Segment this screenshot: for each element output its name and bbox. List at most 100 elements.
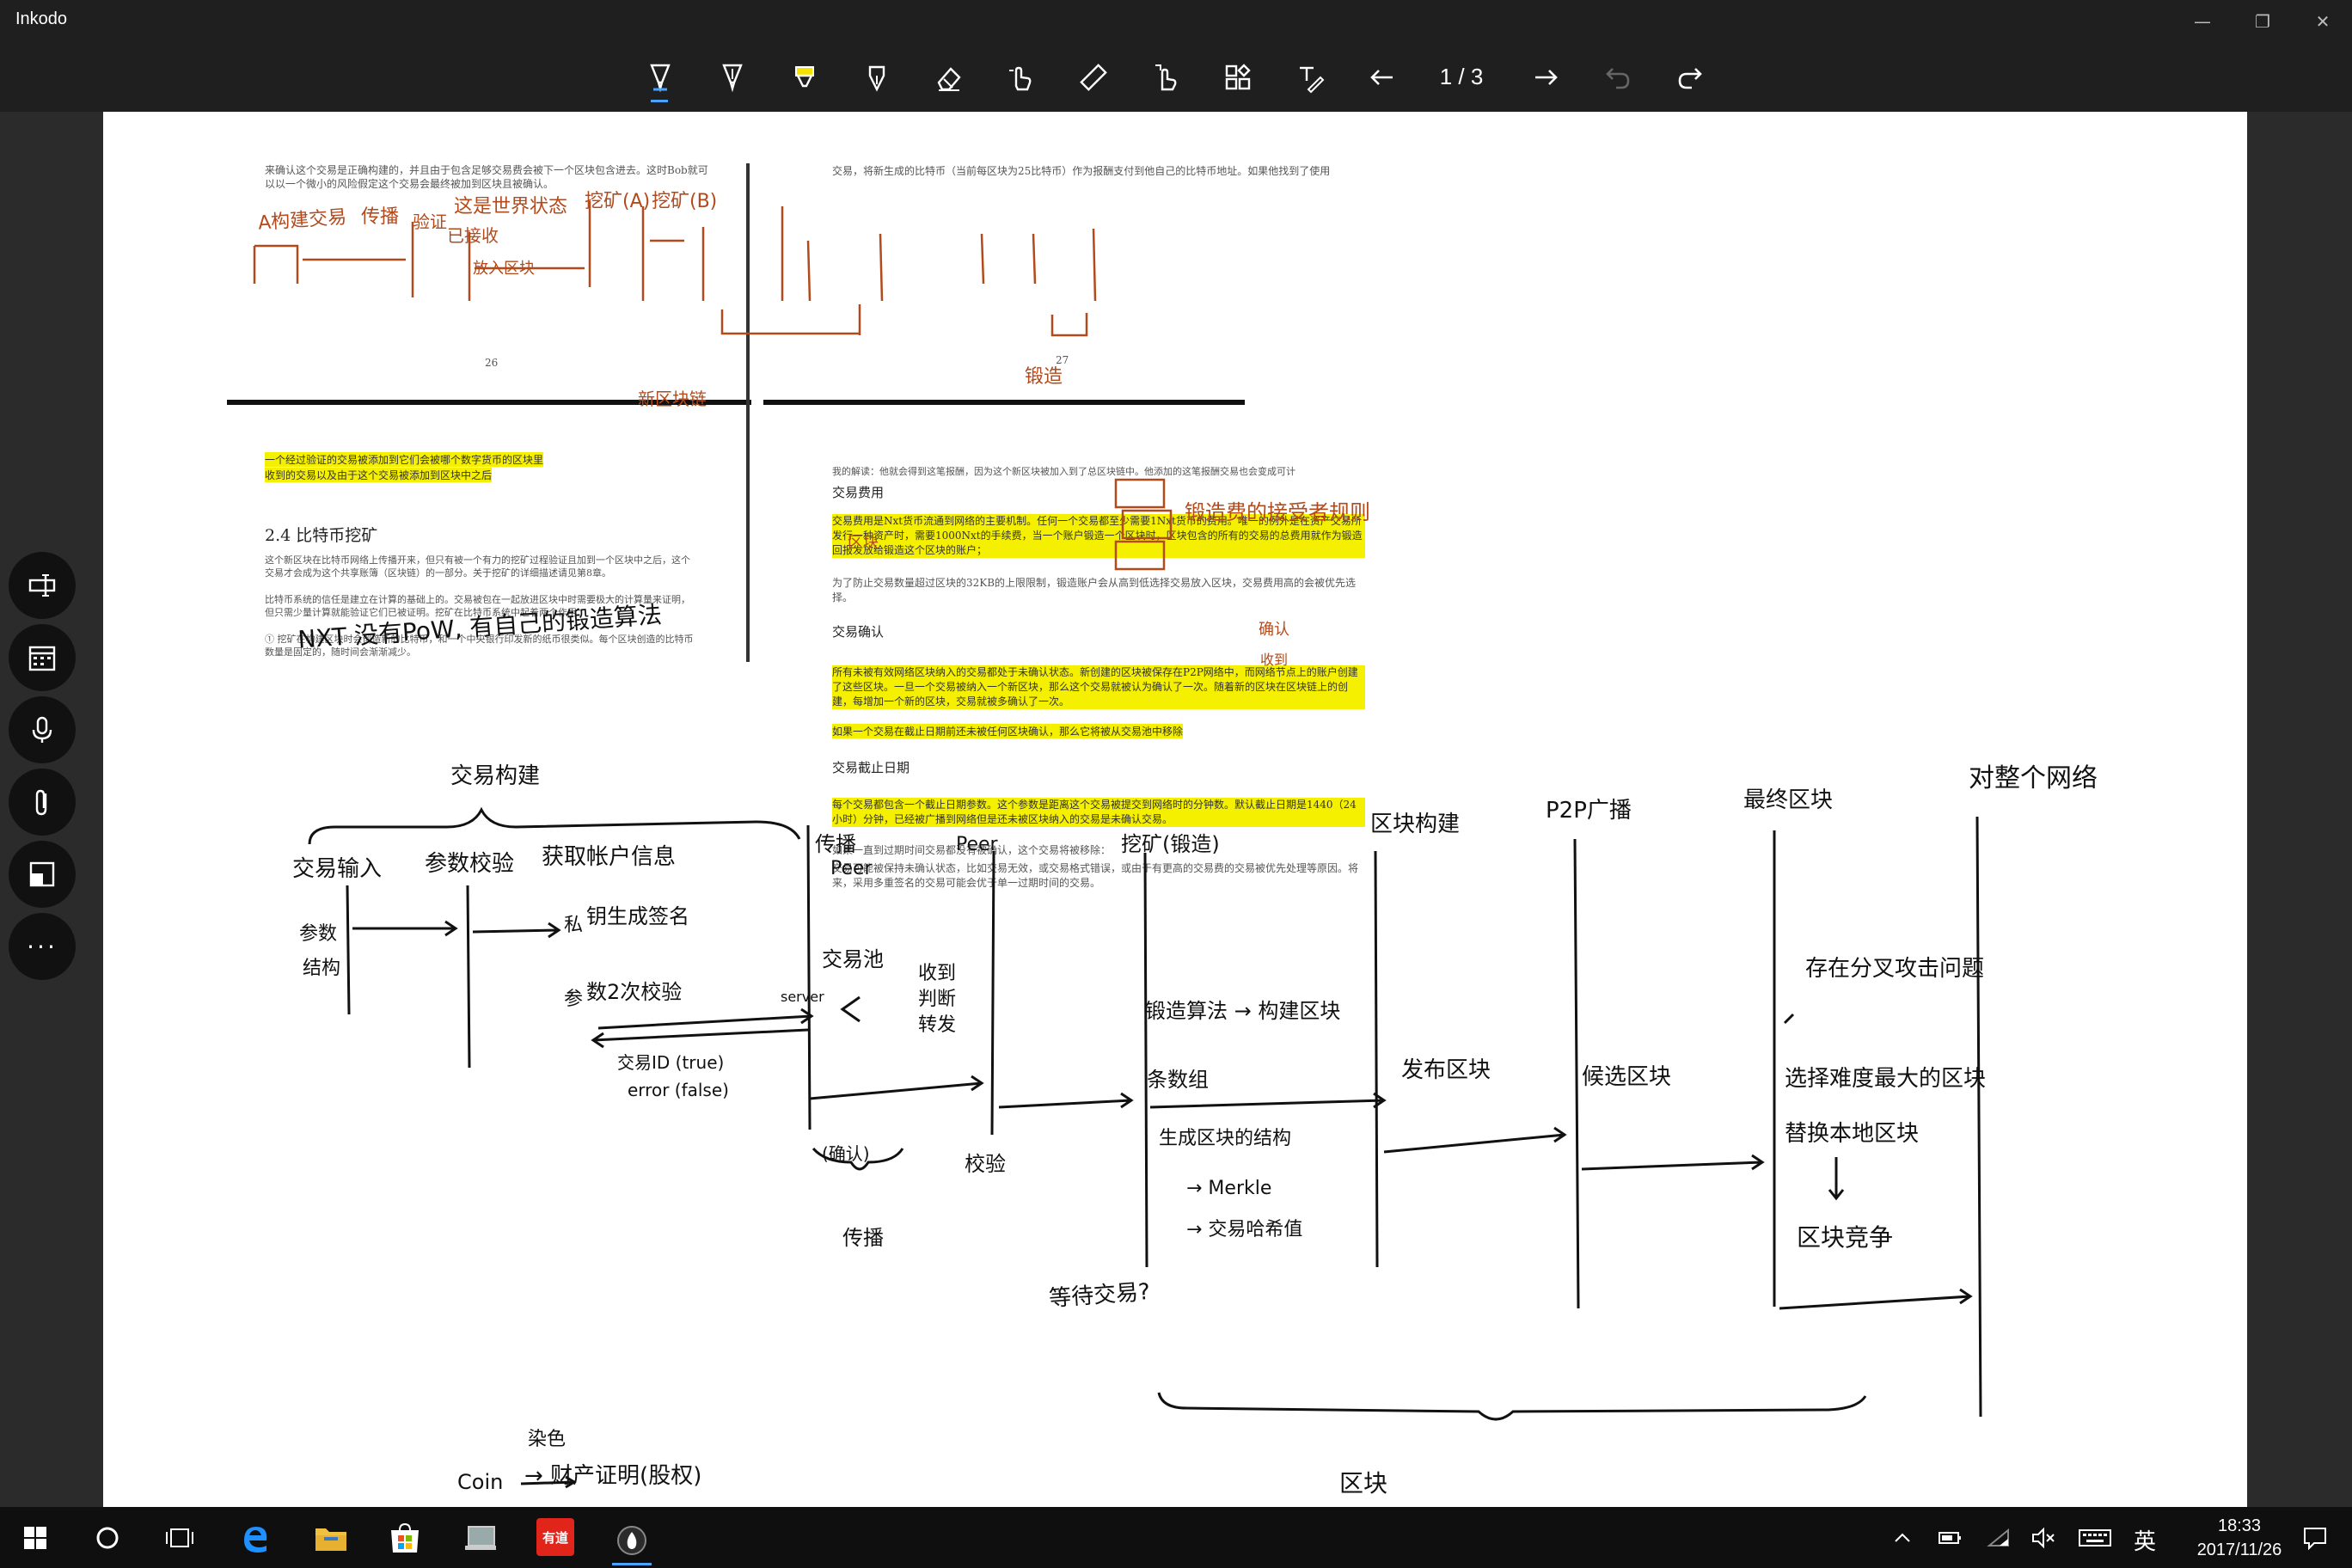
touch-write-tool-button[interactable] xyxy=(997,55,1045,100)
next-page-icon xyxy=(1535,70,1558,85)
deadline-para-3: 交易可能被保持未确认状态，比如交易无效，或交易格式错误，或由于有更高的交易费的交… xyxy=(832,862,1359,889)
right-page-header: 交易，将新生成的比特币（当前每区块为25比特币）作为报酬支付到他自己的比特币地址… xyxy=(832,165,1331,177)
note-param-short: 参 xyxy=(564,989,584,1010)
cortana-icon xyxy=(96,1527,119,1549)
task-view-icon xyxy=(166,1528,193,1547)
volume-button[interactable] xyxy=(2024,1518,2063,1558)
note-judge: 判断 xyxy=(918,989,957,1010)
note-confirmed: (确认) xyxy=(822,1143,870,1164)
confirm-title: 交易确认 xyxy=(832,624,885,640)
ime-indicator[interactable]: 英 xyxy=(2134,1524,2156,1556)
store-icon xyxy=(391,1522,419,1553)
battery-button[interactable] xyxy=(1931,1518,1970,1558)
pen-tool-button[interactable] xyxy=(636,55,684,100)
fountain-pen-tool-button[interactable] xyxy=(853,55,901,100)
label-account-info: 获取帐户信息 xyxy=(542,844,677,870)
undo-button[interactable] xyxy=(1594,55,1642,100)
chevron-up-icon xyxy=(1895,1533,1910,1542)
tray-overflow-button[interactable] xyxy=(1883,1518,1922,1558)
note-candidate-block: 候选区块 xyxy=(1582,1064,1672,1090)
ruler-icon xyxy=(1080,64,1107,91)
minimize-button[interactable]: — xyxy=(2185,7,2220,36)
text-size-button[interactable] xyxy=(9,552,76,619)
pen-alt-tool-button[interactable] xyxy=(708,55,756,100)
restore-button[interactable]: ❐ xyxy=(2245,7,2280,36)
note-param-2nd-check: 数2次校验 xyxy=(586,980,683,1004)
highlighter-tool-button[interactable] xyxy=(781,55,829,100)
label-peer-2: Peer xyxy=(956,834,998,855)
note-max-difficulty: 选择难度最大的区块 xyxy=(1785,1066,1987,1092)
annotation-world-state: 这是世界状态 xyxy=(454,196,568,217)
select-tool-button[interactable] xyxy=(1142,55,1190,100)
attachment-button[interactable] xyxy=(9,769,76,836)
pen-icon xyxy=(650,64,671,93)
text-tool-button[interactable] xyxy=(1286,55,1334,100)
right-margin xyxy=(2247,112,2352,1507)
note-tx-hash: → 交易哈希值 xyxy=(1186,1219,1303,1240)
cortana-button[interactable] xyxy=(88,1518,127,1558)
start-button[interactable] xyxy=(15,1518,55,1558)
volume-muted-icon xyxy=(2032,1527,2055,1549)
inkodo-button[interactable] xyxy=(612,1518,652,1565)
select-icon xyxy=(1155,64,1177,91)
youdao-button[interactable]: 有道 xyxy=(536,1518,574,1556)
note-fork-attack: 存在分叉攻击问题 xyxy=(1805,956,1985,982)
taskbar: 有道 英 18:33 2017/11/26 xyxy=(0,1507,2352,1568)
note-colored: 染色 xyxy=(528,1429,567,1450)
layout-icon xyxy=(29,861,55,887)
wifi-icon xyxy=(1987,1528,2009,1547)
timeline-rule-right xyxy=(763,400,1245,405)
left-sidebar: ··· xyxy=(0,112,103,1507)
prev-page-button[interactable] xyxy=(1358,55,1406,100)
layout-button[interactable] xyxy=(9,841,76,908)
redo-button[interactable] xyxy=(1666,55,1714,100)
note-received: 收到 xyxy=(918,963,957,984)
more-button[interactable]: ··· xyxy=(9,913,76,980)
annotation-confirm-b: 已接收 xyxy=(447,225,499,246)
clock-time: 18:33 xyxy=(2217,1516,2262,1535)
label-block-build: 区块构建 xyxy=(1370,812,1461,837)
store-button[interactable] xyxy=(385,1518,425,1558)
page-indicator: 1 / 3 xyxy=(1439,64,1484,89)
note-replace-local: 替换本地区块 xyxy=(1785,1121,1920,1147)
note-publish-block: 发布区块 xyxy=(1401,1057,1491,1083)
edge-button[interactable] xyxy=(236,1518,275,1558)
shapes-icon xyxy=(1225,64,1251,90)
keyboard-button[interactable] xyxy=(2075,1518,2115,1558)
label-p2p-broadcast: P2P广播 xyxy=(1546,798,1632,824)
note-forward: 转发 xyxy=(918,1014,957,1036)
label-tx-input: 交易输入 xyxy=(292,856,383,882)
annotation-block-p2p: 确认 xyxy=(1259,621,1289,639)
file-explorer-icon xyxy=(315,1528,346,1551)
device-button[interactable] xyxy=(461,1518,500,1558)
section-title: 2.4 比特币挖矿 xyxy=(265,526,378,545)
ink-canvas[interactable]: 来确认这个交易是正确构建的，并且由于包含足够交易费会被下一个区块包含进去。这时B… xyxy=(103,112,2247,1507)
microphone-button[interactable] xyxy=(9,696,76,763)
next-page-button[interactable] xyxy=(1522,55,1570,100)
shapes-tool-button[interactable] xyxy=(1214,55,1262,100)
note-block-bottom: 区块 xyxy=(1339,1469,1388,1498)
prev-page-icon xyxy=(1370,70,1393,85)
deadline-title: 交易截止日期 xyxy=(832,760,910,775)
calendar-icon xyxy=(28,646,56,671)
note-asset-proof: → 财产证明(股权) xyxy=(524,1463,702,1489)
task-view-button[interactable] xyxy=(160,1518,199,1558)
annotation-verify: 验证 xyxy=(413,211,447,232)
file-explorer-button[interactable] xyxy=(311,1518,351,1558)
wifi-button[interactable] xyxy=(1979,1518,2018,1558)
eraser-tool-button[interactable] xyxy=(925,55,973,100)
note-broadcast-bottom: 传播 xyxy=(842,1226,884,1250)
confirm-para-2: 如果一个交易在截止日期前还未被任何区块确认，那么它将被从交易池中移除 xyxy=(832,724,1184,738)
action-center-button[interactable] xyxy=(2295,1518,2335,1558)
note-forging-build-block: 锻造算法 → 构建区块 xyxy=(1145,999,1341,1023)
ruler-tool-button[interactable] xyxy=(1069,55,1118,100)
close-button[interactable]: ✕ xyxy=(2306,7,2340,36)
note-error-false: error (false) xyxy=(628,1080,729,1100)
microphone-icon xyxy=(32,716,52,743)
clock[interactable]: 18:33 2017/11/26 xyxy=(2184,1514,2295,1562)
calendar-button[interactable] xyxy=(9,624,76,691)
note-waiting-tx: 等待交易? xyxy=(1048,1278,1151,1313)
fountain-pen-icon xyxy=(868,65,885,92)
label-whole-network: 对整个网络 xyxy=(1969,763,2098,793)
annotation-nxt-coin: 新区块链 xyxy=(638,389,707,409)
